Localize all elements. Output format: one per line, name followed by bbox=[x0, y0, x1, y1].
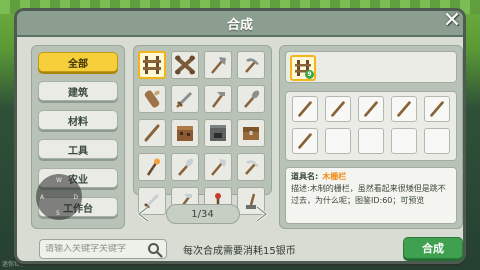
close-icon: ✕ bbox=[442, 7, 462, 33]
recipe-grid bbox=[133, 45, 272, 215]
furnace-icon bbox=[210, 125, 226, 141]
search-icon[interactable] bbox=[147, 242, 163, 258]
pagination: 1/34 bbox=[133, 201, 272, 227]
recipe-slot[interactable] bbox=[237, 119, 265, 147]
joystick-up-label: W bbox=[56, 177, 62, 184]
material-slot bbox=[292, 128, 318, 154]
recipe-slot[interactable] bbox=[171, 51, 199, 79]
stick-icon bbox=[298, 133, 312, 149]
recipe-slot[interactable] bbox=[204, 119, 232, 147]
recipe-slot[interactable] bbox=[171, 153, 199, 181]
recipe-slot[interactable] bbox=[138, 51, 166, 79]
material-grid bbox=[285, 91, 457, 161]
stone-shovel-icon bbox=[244, 90, 260, 108]
stick-icon bbox=[430, 101, 444, 117]
recipe-slot[interactable] bbox=[138, 119, 166, 147]
chest-icon bbox=[243, 127, 259, 140]
joystick-down-label: S bbox=[56, 210, 60, 217]
material-slot bbox=[325, 96, 351, 122]
next-page-button[interactable] bbox=[250, 203, 272, 225]
stone-hoe-icon bbox=[212, 92, 225, 108]
item-name-label: 道具名: bbox=[291, 172, 319, 181]
stone-pickaxe-icon bbox=[245, 58, 259, 73]
category-materials[interactable]: 材料 bbox=[38, 110, 118, 130]
recipe-slot[interactable] bbox=[138, 153, 166, 181]
result-item-slot[interactable]: 9 bbox=[290, 55, 316, 81]
close-button[interactable]: ✕ bbox=[439, 7, 465, 33]
stick-icon bbox=[144, 124, 160, 142]
item-description: 道具名: 木栅栏 描述:木制的栅栏，虽然看起来很矮但是跳不过去，为什么呢；图鉴I… bbox=[285, 167, 457, 224]
wooden-fence-icon bbox=[143, 56, 161, 74]
prev-page-button[interactable] bbox=[133, 203, 155, 225]
search-input[interactable] bbox=[45, 244, 145, 254]
arrow-right-icon bbox=[256, 205, 268, 223]
recipe-slot[interactable] bbox=[204, 51, 232, 79]
stone-axe-icon bbox=[211, 57, 226, 74]
crafting-table-icon bbox=[177, 126, 193, 141]
empty-material-slot bbox=[325, 128, 351, 154]
detail-panel: 9 道具名: 木栅栏 描述:木制的栅栏，虽然看起来很矮但是跳不过去，为什么呢；图… bbox=[279, 45, 463, 229]
recipe-slot[interactable] bbox=[171, 85, 199, 113]
iron-axe-icon bbox=[211, 159, 226, 176]
recipe-slot[interactable] bbox=[237, 153, 265, 181]
recipe-slot[interactable] bbox=[171, 119, 199, 147]
recipe-slot[interactable] bbox=[204, 85, 232, 113]
category-building[interactable]: 建筑 bbox=[38, 81, 118, 101]
arrow-left-icon bbox=[137, 205, 149, 223]
virtual-joystick[interactable]: W A D S bbox=[36, 174, 82, 220]
window-title: 合成 bbox=[226, 17, 253, 33]
empty-material-slot bbox=[391, 128, 417, 154]
joystick-left-label: A bbox=[40, 194, 45, 201]
result-count-badge: 9 bbox=[305, 70, 314, 79]
material-slot bbox=[424, 96, 450, 122]
item-name: 木栅栏 bbox=[322, 172, 347, 181]
stick-icon bbox=[298, 101, 312, 117]
joystick-right-label: D bbox=[73, 194, 78, 201]
page-indicator: 1/34 bbox=[165, 204, 240, 224]
item-description-text: 描述:木制的栅栏，虽然看起来很矮但是跳不过去，为什么呢；图鉴ID:60；可预览 bbox=[291, 184, 446, 205]
iron-shovel-icon bbox=[178, 158, 194, 176]
wood-log-icon bbox=[144, 90, 160, 108]
torch-icon bbox=[146, 158, 160, 176]
recipe-slot[interactable] bbox=[138, 85, 166, 113]
empty-material-slot bbox=[358, 128, 384, 154]
stone-sword-icon bbox=[176, 91, 193, 108]
result-bar: 9 bbox=[285, 51, 457, 83]
category-tools[interactable]: 工具 bbox=[38, 139, 118, 159]
stick-icon bbox=[364, 101, 378, 117]
empty-material-slot bbox=[424, 128, 450, 154]
recipe-slot[interactable] bbox=[237, 85, 265, 113]
crafting-window: 合成 ✕ 全部 建筑 材料 工具 农业 工作台 1/34 9 bbox=[14, 8, 466, 264]
material-slot bbox=[391, 96, 417, 122]
recipe-slot[interactable] bbox=[204, 153, 232, 181]
category-all[interactable]: 全部 bbox=[38, 52, 118, 72]
stick-icon bbox=[397, 101, 411, 117]
material-slot bbox=[292, 96, 318, 122]
recipe-slot[interactable] bbox=[237, 51, 265, 79]
stick-icon bbox=[331, 101, 345, 117]
craft-cost-text: 每次合成需要消耗15银币 bbox=[183, 246, 296, 257]
craft-button[interactable]: 合成 bbox=[403, 237, 463, 259]
search-box bbox=[39, 239, 167, 259]
title-bar: 合成 bbox=[17, 11, 463, 37]
bone-cross-icon bbox=[175, 55, 195, 75]
iron-pickaxe-icon bbox=[245, 160, 259, 175]
material-slot bbox=[358, 96, 384, 122]
